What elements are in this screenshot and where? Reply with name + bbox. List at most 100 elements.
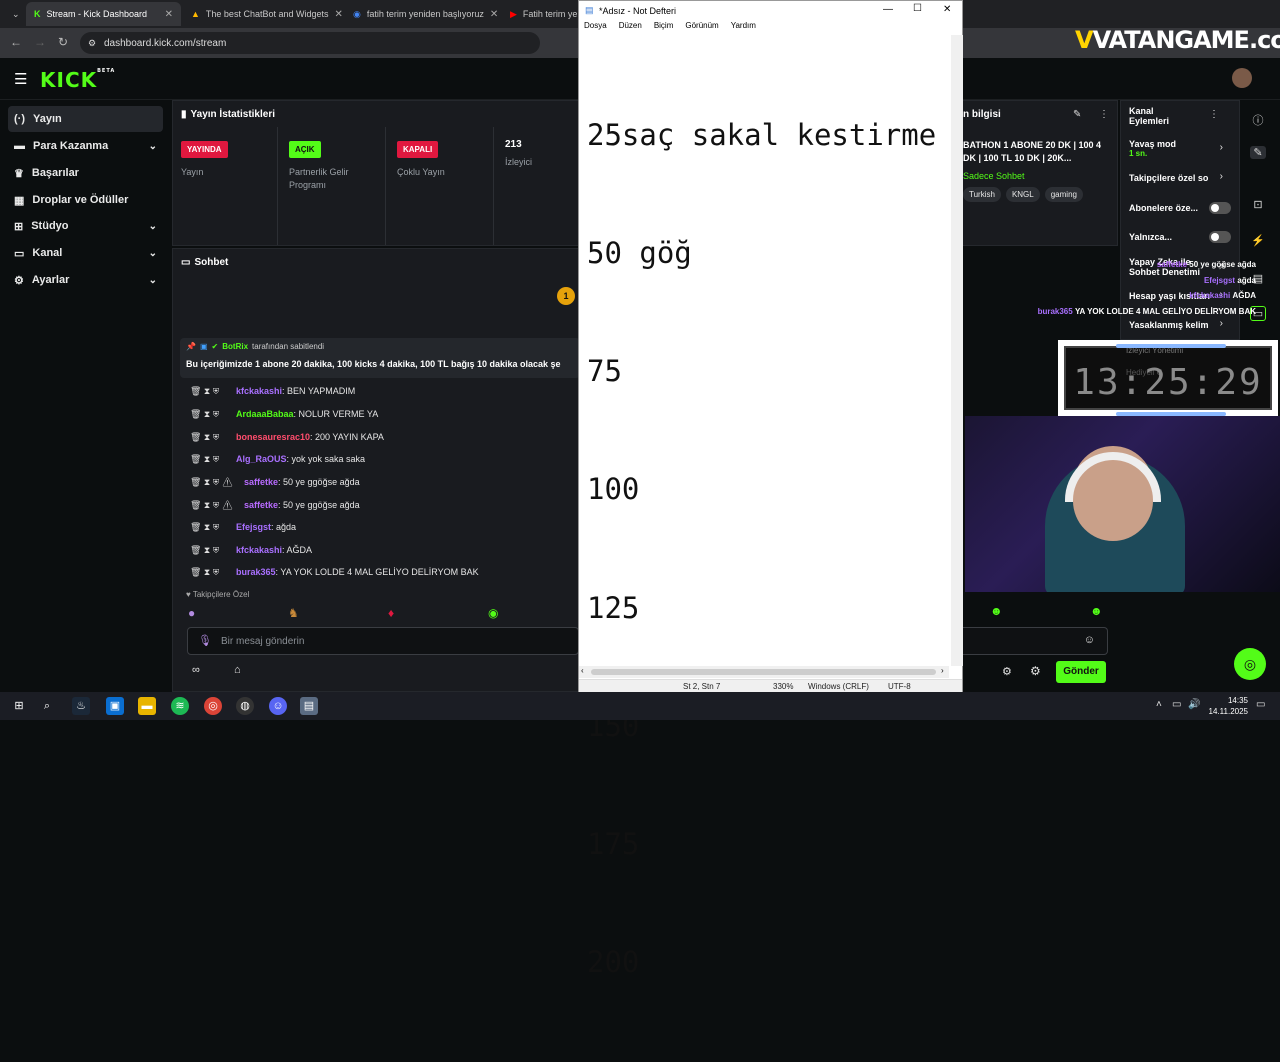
scroll-right-icon[interactable]: › [941,666,944,675]
moderation-icons[interactable]: 🗑 ⧗ ⛨ ⚠ [190,477,233,488]
notepad-taskbar-icon[interactable]: ▤ [300,697,318,715]
settings-icon[interactable]: ⚙ [1002,665,1012,678]
moderation-icons[interactable]: 🗑 ⧗ ⛨ [190,432,230,443]
edit-icon[interactable]: ✎ [1073,109,1081,120]
tag[interactable]: KNGL [1005,187,1040,202]
site-info-icon[interactable]: ⚙ [88,38,96,49]
sidebar-item-basarilar[interactable]: ♛ Başarılar [8,160,163,186]
menu-dosya[interactable]: Dosya [584,21,607,35]
moderation-icons[interactable]: 🗑 ⧗ ⛨ [190,567,230,578]
focus-icon[interactable]: ⊡ [1250,198,1266,211]
back-icon[interactable]: ← [10,35,22,49]
moderation-icons[interactable]: 🗑 ⧗ ⛨ [190,522,230,533]
file-explorer-icon[interactable]: ▬ [138,697,156,715]
moderation-icons[interactable]: 🗑 ⧗ ⛨ ⚠ [190,500,233,511]
chat-message[interactable]: 🗑 ⧗ ⛨ kfckakashi: BEN YAPMADIM [190,383,355,399]
forward-icon[interactable]: → [34,35,46,49]
close-icon[interactable]: ✕ [943,4,951,15]
search-icon[interactable]: ⌕ [38,697,56,715]
sidebar-item-ayarlar[interactable]: ⚙ Ayarlar ⌄ [8,267,163,293]
tab-youtube[interactable]: ▶ Fatih terim yeni [502,2,578,26]
store-icon[interactable]: ⌂ [234,664,241,676]
lightning-icon[interactable]: ⚡ [1250,234,1266,247]
vertical-scrollbar[interactable] [951,35,963,666]
url-field[interactable]: ⚙ dashboard.kick.com/stream [80,32,540,54]
store-icon[interactable]: ▣ [106,697,124,715]
send-button[interactable]: Gönder [1056,661,1106,683]
obs-icon[interactable]: ◍ [236,697,254,715]
tab-list-button[interactable]: ⌄ [4,2,24,26]
sidebar-item-para-kazanma[interactable]: ▬ Para Kazanma ⌄ [8,133,163,159]
avatar[interactable] [1232,68,1252,88]
gear-cluster-icon[interactable]: ⚙ [1030,664,1041,678]
emote-icon[interactable]: ◉ [488,606,498,620]
chat-input[interactable]: 🎙 Bir mesaj gönderin [187,627,579,655]
tab-google-search[interactable]: ◉ fatih terim yeniden başlıyoruz ✕ [345,2,500,26]
slow-mode-row[interactable]: Yavaş mod 1 sn. [1129,139,1229,158]
followers-only-row[interactable]: Takipçilere özel so [1129,173,1229,183]
moderation-icons[interactable]: 🗑 ⧗ ⛨ [190,386,230,397]
steam-icon[interactable]: ♨ [72,697,90,715]
menu-gorunum[interactable]: Görünüm [685,21,718,35]
reload-icon[interactable]: ↻ [58,35,68,49]
emote-icon[interactable]: ☻ [990,604,1003,618]
moderation-icons[interactable]: 🗑 ⧗ ⛨ [190,454,230,465]
sidebar-item-studyo[interactable]: ⊞ Stüdyo ⌄ [8,213,163,239]
chat-message[interactable]: 🗑 ⧗ ⛨ ⚠ saffetke: 50 ye ggöğse ağda [190,497,360,513]
close-icon[interactable]: ✕ [490,9,498,20]
notepad-text-area[interactable]: 25saç sakal kestirme 50 göğ 75 100 125 1… [587,37,947,1062]
taskbar-clock[interactable]: 14:35 14.11.2025 [1209,695,1248,717]
emote-icon[interactable]: ● [188,606,195,620]
volume-icon[interactable]: 🔊 [1188,699,1200,710]
horizontal-scrollbar[interactable]: ‹ › [579,666,949,678]
menu-bicim[interactable]: Biçim [654,21,674,35]
chat-message[interactable]: 🗑 ⧗ ⛨ kfckakashi: AĞDA [190,542,312,558]
subscribers-only-toggle[interactable] [1209,202,1231,214]
emote-icon[interactable]: ♦ [388,606,394,620]
network-icon[interactable]: ▭ [1172,699,1181,710]
tag[interactable]: gaming [1044,187,1083,202]
hamburger-menu-icon[interactable]: ☰ [14,70,27,88]
menu-duzen[interactable]: Düzen [619,21,642,35]
sidebar-item-yayin[interactable]: (·) Yayın [8,106,163,132]
tab-kick-dashboard[interactable]: K Stream - Kick Dashboard ✕ [26,2,181,26]
minimize-icon[interactable]: — [883,4,893,15]
close-icon[interactable]: ✕ [165,9,173,20]
info-icon[interactable]: ⓘ [1250,112,1266,128]
tag[interactable]: Turkish [963,187,1001,202]
sidebar-item-kanal[interactable]: ▭ Kanal ⌄ [8,240,163,266]
chat-input-end[interactable]: ☺ [963,627,1108,655]
emote-icon[interactable]: ♞ [288,606,299,620]
emoji-icon[interactable]: ☺ [1084,634,1095,646]
banned-words-row[interactable]: Yasaklanmış kelim [1129,320,1229,330]
scroll-thumb[interactable] [591,669,936,675]
chat-message[interactable]: 🗑 ⧗ ⛨ Efejsgst: ağda [190,519,296,535]
tray-chevron-icon[interactable]: ˄ [1156,699,1162,710]
chat-message[interactable]: 🗑 ⧗ ⛨ ⚠ saffetke: 50 ye ggöğse ağda [190,474,360,490]
more-icon[interactable]: ⋮ [1209,109,1219,120]
emote-icon[interactable]: ☻ [1090,604,1103,618]
moderation-icons[interactable]: 🗑 ⧗ ⛨ [190,409,230,420]
points-icon[interactable]: ∞ [192,664,200,676]
microphone-icon[interactable]: 🎙 [198,634,212,647]
edit-icon[interactable]: ✎ [1250,146,1266,159]
sidebar-item-droplar[interactable]: ▦ Droplar ve Ödüller [8,187,163,213]
menu-yardim[interactable]: Yardım [731,21,756,35]
moderation-icons[interactable]: 🗑 ⧗ ⛨ [190,545,230,556]
maximize-icon[interactable]: ☐ [913,3,922,14]
support-chat-button[interactable]: ◎ [1234,648,1266,680]
chat-message[interactable]: 🗑 ⧗ ⛨ bonesauresrac10: 200 YAYIN KAPA [190,429,384,445]
chat-message[interactable]: 🗑 ⧗ ⛨ ArdaaaBabaa: NOLUR VERME YA [190,406,378,422]
scroll-left-icon[interactable]: ‹ [581,666,584,675]
tab-chatbot[interactable]: ▲ The best ChatBot and Widgets ✕ [183,2,343,26]
chat-message[interactable]: 🗑 ⧗ ⛨ Alg_RaOUS: yok yok saka saka [190,451,365,467]
notification-icon[interactable]: ▭ [1256,699,1265,710]
chrome-icon[interactable]: ◎ [204,697,222,715]
spotify-icon[interactable]: ≋ [171,697,189,715]
discord-icon[interactable]: ☺ [269,697,287,715]
chat-message[interactable]: 🗑 ⧗ ⛨ burak365: YA YOK LOLDE 4 MAL GELİY… [190,564,479,580]
emote-only-toggle[interactable] [1209,231,1231,243]
more-icon[interactable]: ⋮ [1099,109,1109,120]
windows-start-icon[interactable]: ⊞ [10,697,28,715]
kick-logo[interactable]: KICKBETA [40,68,115,92]
